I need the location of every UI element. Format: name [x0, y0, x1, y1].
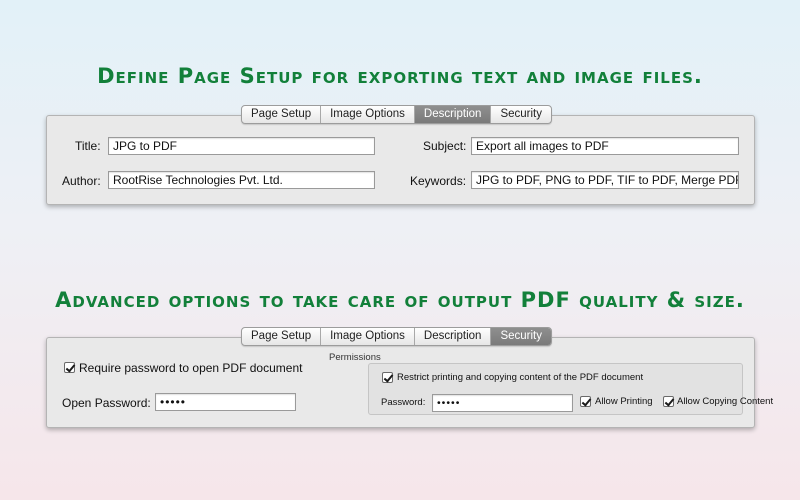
- restrict-checkbox[interactable]: [382, 372, 393, 383]
- tab-bar-description: Page Setup Image Options Description Sec…: [241, 105, 552, 124]
- description-panel: Title: JPG to PDF Author: RootRise Techn…: [46, 115, 755, 205]
- keywords-label: Keywords:: [410, 174, 467, 188]
- tab-description[interactable]: Description: [414, 106, 492, 123]
- headline-advanced-options: Advanced options to take care of output …: [55, 288, 745, 312]
- keywords-field[interactable]: JPG to PDF, PNG to PDF, TIF to PDF, Merg…: [471, 171, 739, 189]
- subject-label: Subject:: [423, 139, 467, 153]
- security-panel: Require password to open PDF document Op…: [46, 337, 773, 428]
- open-password-field[interactable]: •••••: [155, 393, 296, 411]
- tab-image-options[interactable]: Image Options: [321, 328, 415, 345]
- require-password-checkbox[interactable]: [64, 362, 75, 373]
- require-password-label: Require password to open PDF document: [79, 361, 303, 375]
- open-password-label: Open Password:: [62, 396, 151, 410]
- author-label: Author:: [62, 174, 101, 188]
- permissions-group: Restrict printing and copying content of…: [368, 363, 773, 415]
- allow-printing-label: Allow Printing: [595, 396, 653, 407]
- author-field[interactable]: RootRise Technologies Pvt. Ltd.: [108, 171, 375, 189]
- permissions-title: Permissions: [329, 352, 381, 363]
- tab-page-setup[interactable]: Page Setup: [242, 106, 322, 123]
- allow-copying-label: Allow Copying Content: [677, 396, 774, 407]
- allow-printing-checkbox[interactable]: [580, 396, 591, 407]
- permissions-password-field[interactable]: •••••: [432, 394, 573, 412]
- tab-page-setup[interactable]: Page Setup: [242, 328, 322, 345]
- tab-security[interactable]: Security: [491, 106, 551, 123]
- permissions-password-label: Password:: [381, 397, 426, 408]
- title-label: Title:: [75, 139, 101, 153]
- tab-image-options[interactable]: Image Options: [321, 106, 415, 123]
- tab-security[interactable]: Security: [491, 328, 551, 345]
- restrict-label: Restrict printing and copying content of…: [397, 372, 644, 383]
- tab-description[interactable]: Description: [415, 328, 492, 345]
- tab-bar-security: Page Setup Image Options Description Sec…: [241, 327, 552, 346]
- title-field[interactable]: JPG to PDF: [108, 137, 375, 155]
- subject-field[interactable]: Export all images to PDF: [471, 137, 739, 155]
- headline-page-setup: Define Page Setup for exporting text and…: [97, 64, 703, 88]
- allow-copying-checkbox[interactable]: [663, 396, 674, 407]
